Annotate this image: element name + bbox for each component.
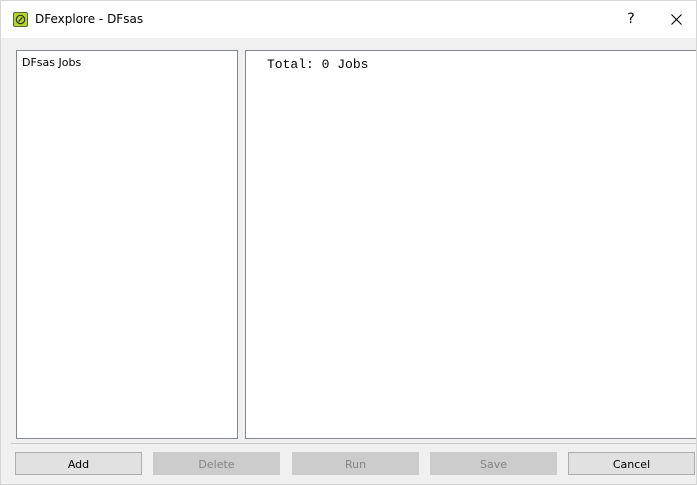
dfexplore-app-icon (13, 12, 28, 27)
add-button[interactable]: Add (15, 452, 142, 475)
jobs-list[interactable]: DFsas Jobs (16, 50, 238, 439)
title-bar[interactable]: DFexplore - DFsas ? (1, 1, 696, 38)
cancel-button[interactable]: Cancel (568, 452, 695, 475)
output-pane[interactable]: Total: 0 Jobs (245, 50, 696, 439)
window-title: DFexplore - DFsas (35, 12, 144, 26)
jobs-list-header[interactable]: DFsas Jobs (22, 56, 81, 70)
run-button[interactable]: Run (292, 452, 419, 475)
dialog-window: DFexplore - DFsas ? DFsas Jobs Total: 0 … (0, 0, 697, 485)
save-button[interactable]: Save (430, 452, 557, 475)
delete-button[interactable]: Delete (153, 452, 280, 475)
help-button[interactable]: ? (613, 1, 649, 38)
jobs-total-text: Total: 0 Jobs (267, 57, 369, 72)
close-button[interactable] (656, 1, 696, 38)
close-icon (671, 14, 682, 25)
separator (11, 443, 696, 444)
